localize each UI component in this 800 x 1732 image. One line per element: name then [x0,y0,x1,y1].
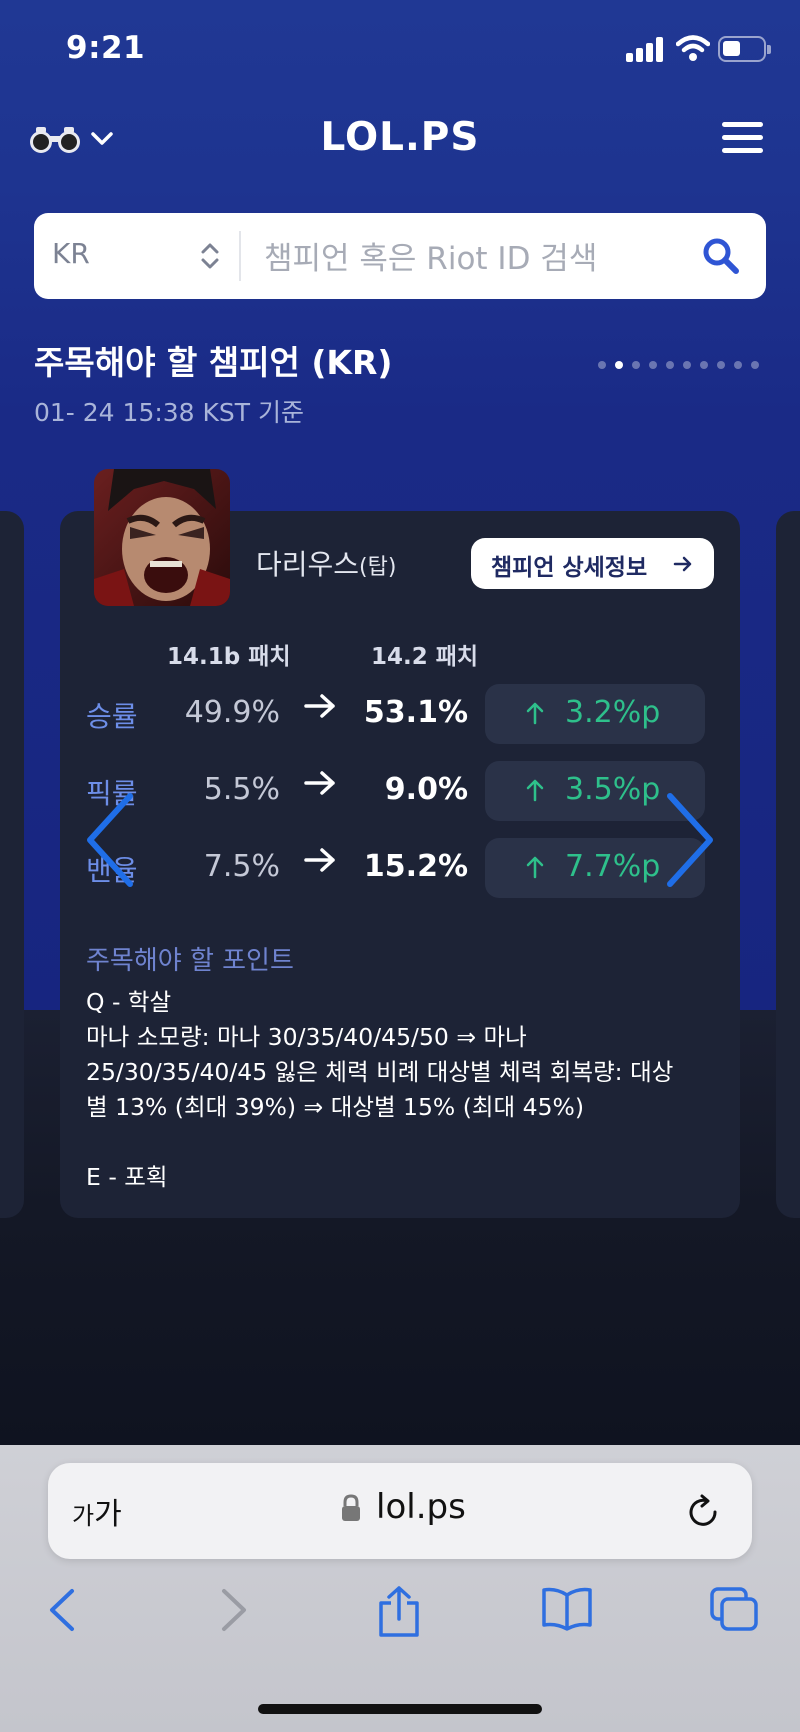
patch-old-label: 14.1b 패치 [167,644,291,670]
note-line: 25/30/35/40/45 잃은 체력 비례 대상별 체력 회복량: 대상 [86,1058,674,1086]
points-title: 주목해야 할 포인트 [86,946,294,976]
previous-card-peek[interactable] [0,511,24,1218]
lock-icon [342,1494,360,1521]
search-divider [239,231,241,281]
stat-old-winrate: 49.9% [184,695,280,730]
tabs-icon[interactable] [708,1585,762,1635]
text-size-button[interactable]: 가가 [72,1489,122,1533]
back-icon[interactable] [44,1585,80,1635]
arrow-up-icon [526,702,544,725]
champion-name-text: 다리우스 [256,548,360,581]
share-icon[interactable] [376,1585,422,1639]
note-line: 별 13% (최대 39%) ⇒ 대상별 15% (최대 45%) [86,1093,585,1121]
champion-detail-label: 챔피언 상세정보 [491,555,648,581]
arrow-up-icon [526,779,544,802]
next-card-peek[interactable] [776,511,800,1218]
section-updated-time: 01- 24 15:38 KST 기준 [34,398,305,427]
wifi-icon [676,35,710,61]
note-line [86,1125,716,1160]
bookmarks-icon[interactable] [540,1585,594,1631]
stat-new-pickrate: 9.0% [384,772,468,807]
carousel-dots[interactable] [598,354,768,369]
stat-delta-pickrate-value: 3.5%p [565,772,661,807]
search-input[interactable]: 챔피언 혹은 Riot ID 검색 [264,233,597,278]
carousel-prev-icon[interactable] [82,792,138,888]
stat-new-winrate: 53.1% [363,695,468,730]
arrow-up-icon [526,856,544,879]
arrow-right-icon [673,556,692,572]
menu-icon[interactable] [722,120,766,156]
site-header: LOL.PS [0,100,800,178]
patch-notes: Q - 학살 마나 소모량: 마나 30/35/40/45/50 ⇒ 마나 25… [86,985,716,1195]
stat-new-banrate: 15.2% [363,849,468,884]
note-line: Q - 학살 [86,988,172,1016]
note-line: 마나 소모량: 마나 30/35/40/45/50 ⇒ 마나 [86,1023,527,1051]
region-select[interactable]: KR [52,237,90,270]
section-title: 주목해야 할 챔피언 (KR) [34,343,393,382]
search-bar: KR 챔피언 혹은 Riot ID 검색 [34,213,766,299]
url-text[interactable]: lol.ps [376,1487,466,1527]
carousel-next-icon[interactable] [662,792,718,888]
champion-detail-button[interactable]: 챔피언 상세정보 [471,538,714,589]
champion-role: (탑) [359,555,397,580]
home-indicator [258,1704,542,1714]
text-size-large-glyph: 가 [94,1497,122,1532]
stat-delta-banrate-value: 7.7%p [565,849,661,884]
reload-icon[interactable] [684,1493,722,1531]
champion-name: 다리우스(탑) [256,543,396,583]
status-time: 9:21 [66,30,146,66]
stat-delta-winrate-value: 3.2%p [565,695,661,730]
address-bar[interactable]: 가가 lol.ps [48,1463,752,1559]
status-bar: 9:21 [0,0,800,100]
cellular-signal-icon [626,36,666,62]
patch-new-label: 14.2 패치 [371,644,479,670]
champion-portrait[interactable] [94,469,230,606]
search-icon[interactable] [700,235,742,277]
forward-icon[interactable] [216,1585,252,1635]
select-arrows-icon[interactable] [198,239,222,273]
note-line: E - 포획 [86,1163,168,1191]
stat-delta-winrate: 3.2%p [485,684,705,744]
site-logo[interactable]: LOL.PS [0,115,800,160]
battery-icon [718,36,771,62]
